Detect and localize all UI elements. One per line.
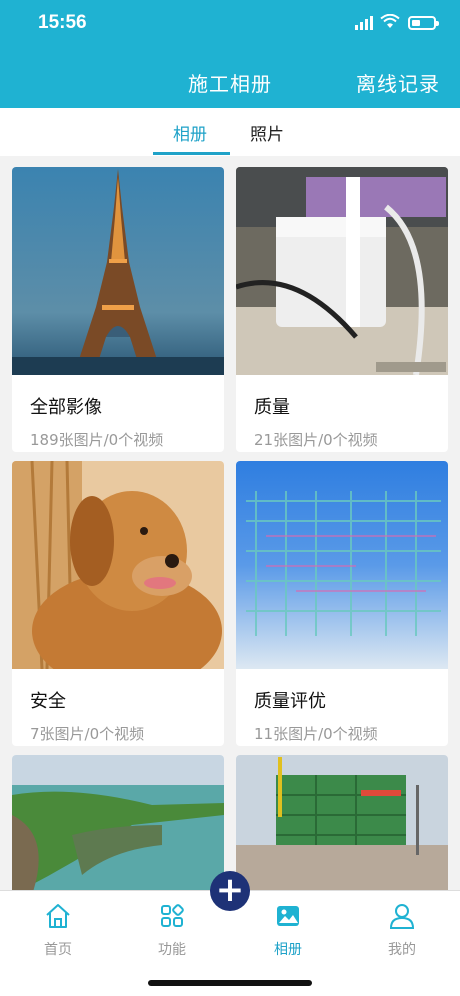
album-card-6[interactable] — [236, 755, 448, 890]
wifi-icon — [380, 14, 400, 28]
home-icon — [46, 904, 70, 928]
album-cover-router — [236, 167, 448, 375]
image-icon — [277, 906, 299, 926]
album-cover-blueprint — [236, 461, 448, 669]
album-count: 189张图片/0个视频 — [30, 431, 164, 449]
album-count: 11张图片/0个视频 — [254, 725, 378, 743]
album-grid: 全部影像 189张图片/0个视频 质量 21张图片/0个视频 安全 7张图片/0… — [0, 156, 460, 890]
home-indicator — [148, 980, 312, 986]
album-title: 安全 — [30, 691, 66, 712]
tabbar-item-home[interactable]: 首页 — [18, 897, 98, 959]
album-tabs: 相册 照片 — [0, 108, 460, 156]
active-tab-indicator — [153, 152, 230, 155]
status-time: 15:56 — [38, 12, 87, 33]
album-title: 质量 — [254, 397, 290, 418]
album-count: 21张图片/0个视频 — [254, 431, 378, 449]
battery-icon — [408, 16, 439, 30]
album-card-safety[interactable]: 安全 7张图片/0个视频 — [12, 461, 224, 746]
tabbar-label: 我的 — [388, 942, 416, 958]
user-icon — [389, 904, 415, 929]
album-card-all[interactable]: 全部影像 189张图片/0个视频 — [12, 167, 224, 452]
album-title: 全部影像 — [30, 397, 102, 418]
tabbar-label: 首页 — [44, 942, 72, 958]
tab-albums[interactable]: 相册 — [173, 120, 207, 145]
album-title: 质量评优 — [254, 691, 326, 712]
album-cover-coast — [12, 755, 224, 890]
album-cover-eiffel — [12, 167, 224, 375]
tabbar-item-mine[interactable]: 我的 — [362, 897, 442, 959]
tabbar-label: 相册 — [274, 942, 302, 958]
tabbar-item-functions[interactable]: 功能 — [132, 897, 212, 959]
offline-records-button[interactable]: 离线记录 — [356, 68, 440, 97]
battery-level — [412, 20, 420, 26]
album-cover-dog — [12, 461, 224, 669]
album-count: 7张图片/0个视频 — [30, 725, 145, 743]
tabbar-item-album[interactable]: 相册 — [248, 897, 328, 959]
album-card-quality-award[interactable]: 质量评优 11张图片/0个视频 — [236, 461, 448, 746]
album-card-5[interactable] — [12, 755, 224, 890]
status-bar: 15:56 — [0, 0, 460, 50]
grid-icon — [161, 904, 184, 927]
tabbar-label: 功能 — [158, 942, 186, 958]
album-cover-construction — [236, 755, 448, 890]
signal-icon — [355, 16, 373, 30]
album-card-quality[interactable]: 质量 21张图片/0个视频 — [236, 167, 448, 452]
add-button[interactable]: + — [210, 871, 250, 911]
tab-photos[interactable]: 照片 — [250, 120, 284, 145]
top-header: 15:56 施工相册 离线记录 — [0, 0, 460, 108]
